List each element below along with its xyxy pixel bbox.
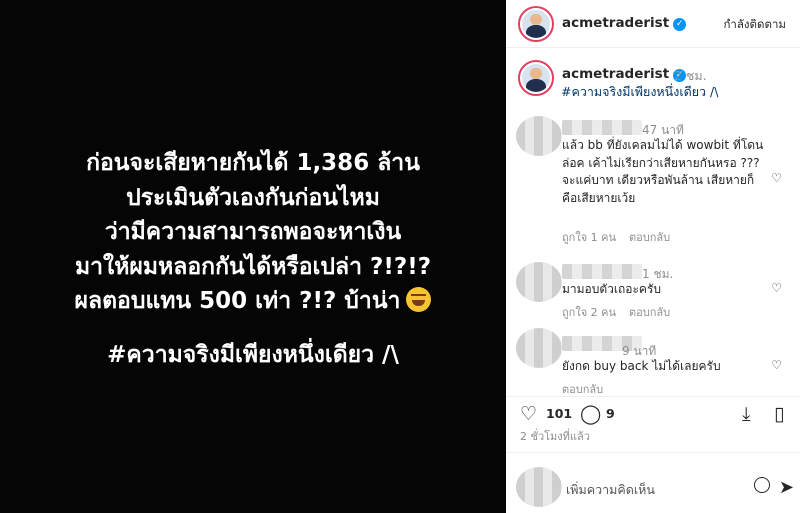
send-icon[interactable]: ➤ — [779, 477, 794, 498]
add-comment-input[interactable]: เพิ่มความคิดเห็น — [566, 480, 655, 500]
author-username-link[interactable]: acmetraderist ✓ — [562, 15, 687, 31]
bookmark-icon[interactable]: ▯ — [774, 403, 784, 425]
author-avatar[interactable] — [522, 10, 550, 38]
comment-text: ยังกด buy back ไม่ได้เลยครับ — [562, 359, 721, 373]
comment-reply-button[interactable]: ตอบกลับ — [562, 383, 603, 396]
post-line-3: ว่ามีความสามารถพอจะหาเงิน — [104, 219, 402, 245]
emoji-picker-icon[interactable] — [754, 477, 770, 493]
post-line-2: ประเมินตัวเองกันก่อนไหม — [126, 184, 380, 211]
author-username[interactable]: acmetraderist — [562, 15, 669, 31]
comment-icon[interactable]: ◯ — [580, 403, 601, 425]
like-count[interactable]: 101 — [546, 406, 572, 421]
comment-text: มามอบตัวเถอะครับ — [562, 282, 662, 296]
post-sidebar: acmetraderist ✓ กำลังติดตาม acmetraderist… — [506, 0, 800, 513]
posted-ago: 2 ชั่วโมงที่แล้ว — [520, 430, 590, 443]
comment-like-count[interactable]: ถูกใจ 2 คน — [562, 306, 616, 319]
comment-count[interactable]: 9 — [606, 406, 615, 421]
post-line-5-wrap: ผลตอบแทน 500 เท่า ?!? บ้าน่า — [0, 284, 506, 319]
comment-like-count[interactable]: ถูกใจ 1 คน — [562, 231, 616, 244]
instagram-post-view: ก่อนจะเสียหายกันได้ 1,386 ล้าน ประเมินตั… — [0, 0, 800, 513]
commenter-name-blurred[interactable] — [562, 264, 642, 279]
commenter-name-blurred[interactable] — [562, 120, 642, 135]
caption-username[interactable]: acmetraderist — [562, 66, 669, 82]
caption-hashtag-link[interactable]: #ความจริงมีเพียงหนึ่งเดียว /\ — [561, 82, 718, 102]
comment-reply-button[interactable]: ตอบกลับ — [629, 306, 670, 319]
post-image: ก่อนจะเสียหายกันได้ 1,386 ล้าน ประเมินตั… — [0, 0, 506, 513]
commenter-avatar-blurred[interactable] — [516, 116, 562, 156]
following-button[interactable]: กำลังติดตาม — [723, 16, 786, 34]
post-line-5: ผลตอบแทน 500 เท่า ?!? บ้าน่า — [74, 288, 401, 314]
comment-reply-button[interactable]: ตอบกลับ — [629, 231, 670, 244]
caption: acmetraderist ✓ 2 ชม. #ความจริงมีเพียงหนึ… — [506, 58, 800, 106]
caption-username-link[interactable]: acmetraderist ✓ — [562, 66, 687, 82]
comment-like-heart-icon[interactable]: ♡ — [771, 171, 782, 185]
heart-icon[interactable]: ♡ — [520, 403, 537, 425]
commenter-avatar-blurred[interactable] — [516, 328, 562, 368]
post-image-hashtag: #ความจริงมีเพียงหนึ่งเดียว /\ — [107, 342, 399, 368]
post-line-4: มาให้ผมหลอกกันได้หรือเปล่า ?!?!? — [74, 253, 432, 280]
share-icon[interactable]: ⤓ — [742, 403, 750, 425]
post-text-block: ก่อนจะเสียหายกันได้ 1,386 ล้าน ประเมินตั… — [0, 146, 506, 319]
post-actions: ♡ 101 ◯ 9 ⤓ ▯ — [506, 396, 800, 426]
comment-composer: เพิ่มความคิดเห็น ➤ — [506, 452, 800, 513]
post-line-1: ก่อนจะเสียหายกันได้ 1,386 ล้าน — [86, 150, 420, 176]
comment-like-heart-icon[interactable]: ♡ — [771, 358, 782, 372]
verified-badge-icon: ✓ — [673, 18, 687, 31]
commenter-avatar-blurred[interactable] — [516, 262, 562, 302]
comment-like-heart-icon[interactable]: ♡ — [771, 281, 782, 295]
comment-meta: ถูกใจ 2 คน ตอบกลับ — [562, 303, 683, 321]
caption-avatar[interactable] — [522, 64, 550, 92]
comment-meta: ถูกใจ 1 คน ตอบกลับ — [562, 228, 683, 246]
comment-text: แล้ว bb ที่ยังเคลมไม่ได้ wowbit ที่โดนล่… — [562, 138, 764, 205]
current-user-avatar-blurred — [516, 467, 562, 507]
rolling-laugh-emoji-icon — [406, 287, 432, 312]
post-header: acmetraderist ✓ กำลังติดตาม — [506, 0, 800, 48]
